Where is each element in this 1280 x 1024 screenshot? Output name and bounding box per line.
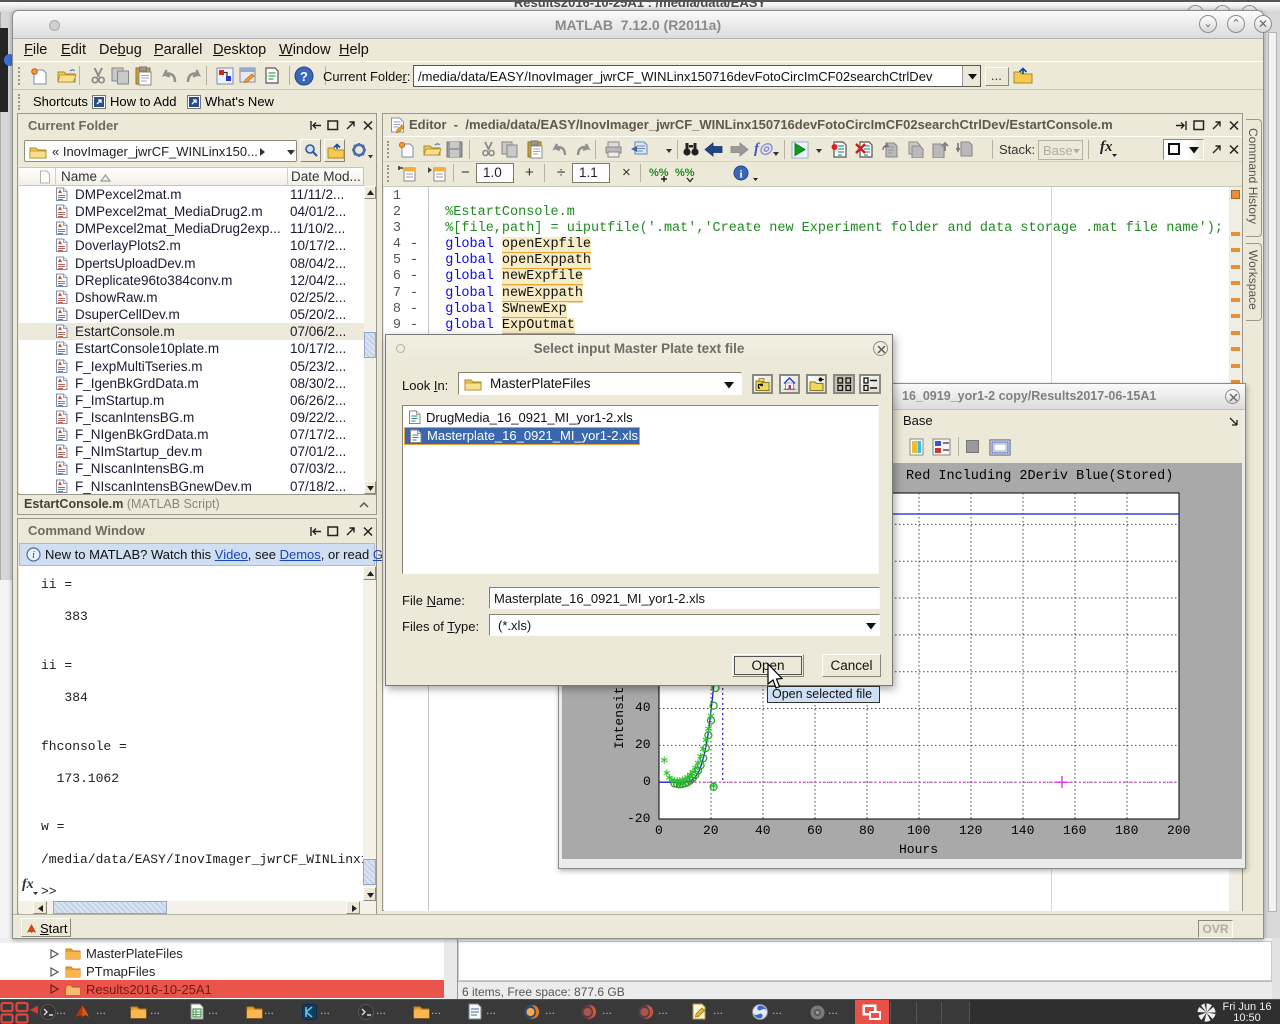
svg-text:%%: %% — [675, 167, 695, 179]
svg-text:i: i — [32, 550, 35, 561]
svg-text:i: i — [739, 169, 742, 181]
svg-text:%%: %% — [649, 167, 669, 179]
svg-text:?: ? — [300, 69, 308, 84]
